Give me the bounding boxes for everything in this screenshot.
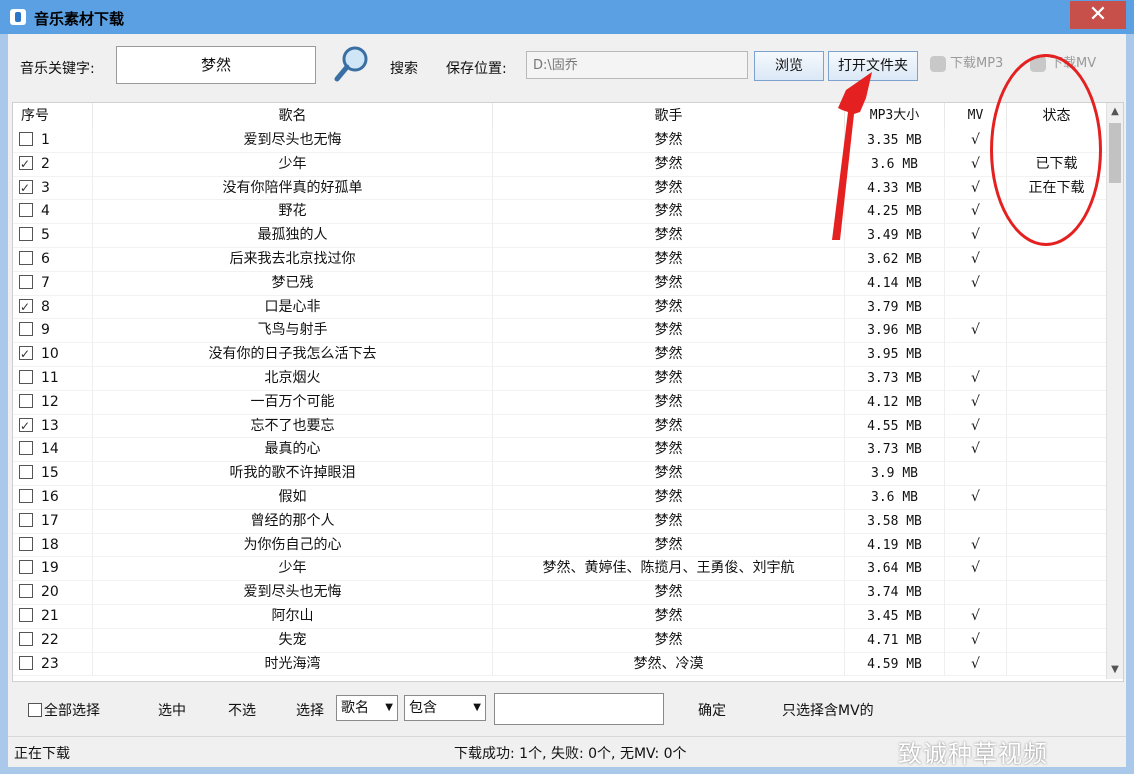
annotation-arrow [832, 72, 872, 240]
annotation-ellipse [990, 54, 1102, 246]
watermark: 致诚种草视频 [898, 740, 1048, 768]
app-window: 音乐素材下载 ✕ 音乐关键字: 梦然 搜索 保存位置: D:\固乔 浏览 打开文… [0, 0, 1134, 774]
